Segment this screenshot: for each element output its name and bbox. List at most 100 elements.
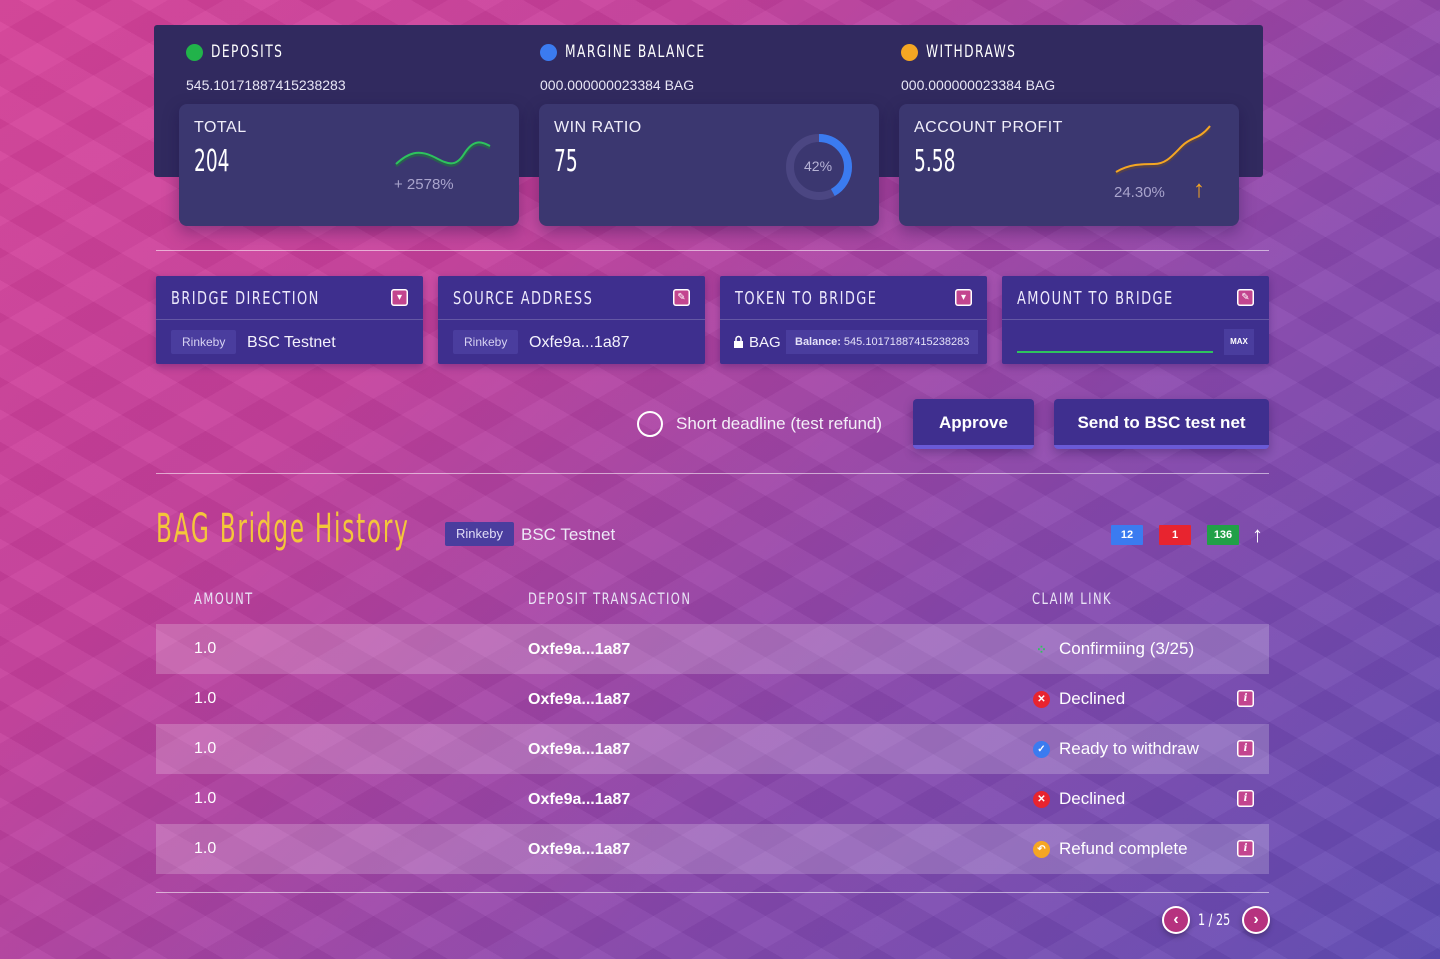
info-icon[interactable]: i [1237,690,1254,707]
amount-input-underline [1017,351,1213,353]
send-to-bsc-button[interactable]: Send to BSC test net [1054,399,1269,449]
info-icon[interactable]: i [1237,790,1254,807]
pagination-indicator: 1 / 25 [1198,910,1231,929]
total-value: 204 [194,144,230,179]
loading-icon: ⁘ [1036,642,1047,657]
divider [156,892,1269,893]
win-ratio-value: 75 [554,144,578,179]
row-amount: 1.0 [194,840,217,857]
total-card: TOTAL 204 + 2578% [179,104,519,226]
bridge-direction-title: Bridge Direction [171,288,320,309]
amount-input[interactable] [1017,330,1213,350]
token-title: Token to Bridge [735,288,878,309]
row-transaction-link[interactable]: Oxfe9a...1a87 [528,791,630,809]
profit-label: ACCOUNT PROFIT [914,119,1063,136]
divider [156,250,1269,251]
withdraws-title: Withdraws [926,42,1017,62]
deposits-status-dot [186,43,203,61]
history-from-pill: Rinkeby [445,522,514,546]
profit-change: 24.30% [1114,184,1165,201]
edit-icon[interactable]: ✎ [673,289,690,306]
direction-to-text: BSC Testnet [247,334,336,351]
token-to-bridge-field[interactable]: Token to Bridge ▾ BAG Balance: 545.10171… [720,276,987,364]
margin-summary: Margine Balance 000.000000023384 BAG [540,41,760,93]
approve-button[interactable]: Approve [913,399,1034,449]
total-sparkline-icon [394,141,491,168]
column-header-amount: Amount [194,589,254,608]
info-icon[interactable]: i [1237,840,1254,857]
win-ratio-card: WIN RATIO 75 42% [539,104,879,226]
row-status: Declined [1059,689,1126,708]
short-deadline-label: Short deadline (test refund) [676,414,883,433]
profit-sparkline-icon [1115,125,1212,176]
margin-value: 000.000000023384 BAG [540,77,695,93]
chevron-down-icon[interactable]: ▾ [955,289,972,306]
arrow-up-icon: ↑ [1193,176,1205,203]
source-address-text: Oxfe9a...1a87 [529,334,630,351]
deposits-title: Deposits [211,42,284,62]
margin-title: Margine Balance [565,42,706,62]
row-status[interactable]: Ready to withdraw [1059,739,1199,759]
source-address-title: Source Address [453,288,594,309]
table-row: 1.0 Oxfe9a...1a87 ⁘ Confirmiing (3/25) [156,624,1269,674]
row-amount: 1.0 [194,690,217,707]
info-icon[interactable]: i [1237,740,1254,757]
table-row: 1.0 Oxfe9a...1a87 ↶ Refund complete i [156,824,1269,874]
row-transaction-link[interactable]: Oxfe9a...1a87 [528,691,630,709]
column-header-claim-link: Claim link [1032,589,1112,608]
count-badge-blue: 12 [1111,525,1143,545]
row-transaction-link[interactable]: Oxfe9a...1a87 [528,641,630,659]
divider [156,473,1269,474]
deposits-summary: Deposits 545.10171887415238283 [186,41,346,93]
edit-icon[interactable]: ✎ [1237,289,1254,306]
row-amount: 1.0 [194,790,217,807]
deposits-value: 545.10171887415238283 [186,77,346,93]
table-row: 1.0 Oxfe9a...1a87 ✓ Ready to withdraw i [156,724,1269,774]
amount-to-bridge-field[interactable]: Amount to Bridge ✎ MAX [1002,276,1269,364]
bridge-direction-field[interactable]: Bridge Direction ▾ Rinkeby BSC Testnet [156,276,423,364]
count-badge-red: 1 [1159,525,1191,545]
declined-icon: ✕ [1033,691,1050,708]
table-row: 1.0 Oxfe9a...1a87 ✕ Declined i [156,674,1269,724]
row-transaction-link[interactable]: Oxfe9a...1a87 [528,741,630,759]
row-transaction-link[interactable]: Oxfe9a...1a87 [528,841,630,859]
win-ratio-percent: 42% [804,158,833,174]
account-profit-card: ACCOUNT PROFIT 5.58 24.30% ↑ [899,104,1239,226]
balance-value: 545.10171887415238283 [843,336,970,348]
withdraws-summary: Withdraws 000.000000023384 BAG [901,41,1055,93]
history-title: BAG Bridge History [156,506,410,552]
total-change: + 2578% [394,176,454,193]
token-balance: Balance: 545.10171887415238283 [786,330,979,354]
declined-icon: ✕ [1033,791,1050,808]
lock-icon [734,335,743,348]
short-deadline-radio[interactable] [637,411,663,437]
row-status: Confirmiing (3/25) [1059,639,1195,658]
row-amount: 1.0 [194,740,217,757]
column-header-deposit-transaction: Deposit Transaction [528,589,692,608]
row-status: Declined [1059,789,1126,808]
token-name: BAG [749,334,781,351]
refund-icon: ↶ [1033,841,1050,858]
direction-from-pill: Rinkeby [171,330,237,354]
previous-page-button[interactable]: ‹ [1162,906,1190,934]
source-address-field[interactable]: Source Address ✎ Rinkeby Oxfe9a...1a87 [438,276,705,364]
next-page-button[interactable]: › [1242,906,1270,934]
max-button[interactable]: MAX [1224,329,1254,355]
balance-label: Balance: [795,336,841,348]
chevron-down-icon[interactable]: ▾ [391,289,408,306]
withdraws-status-dot [901,43,918,61]
total-label: TOTAL [194,119,247,136]
margin-status-dot [540,43,557,61]
count-badge-green: 136 [1207,525,1239,545]
profit-value: 5.58 [914,144,956,179]
source-network-pill: Rinkeby [453,330,519,354]
check-icon: ✓ [1033,741,1050,758]
history-to-network: BSC Testnet [521,525,616,544]
row-status: Refund complete [1059,839,1188,858]
table-row: 1.0 Oxfe9a...1a87 ✕ Declined i [156,774,1269,824]
withdraws-value: 000.000000023384 BAG [901,77,1056,93]
row-amount: 1.0 [194,640,217,657]
win-ratio-label: WIN RATIO [554,119,642,136]
amount-title: Amount to Bridge [1017,288,1174,309]
sort-arrow-up-icon[interactable]: ↑ [1252,524,1263,546]
